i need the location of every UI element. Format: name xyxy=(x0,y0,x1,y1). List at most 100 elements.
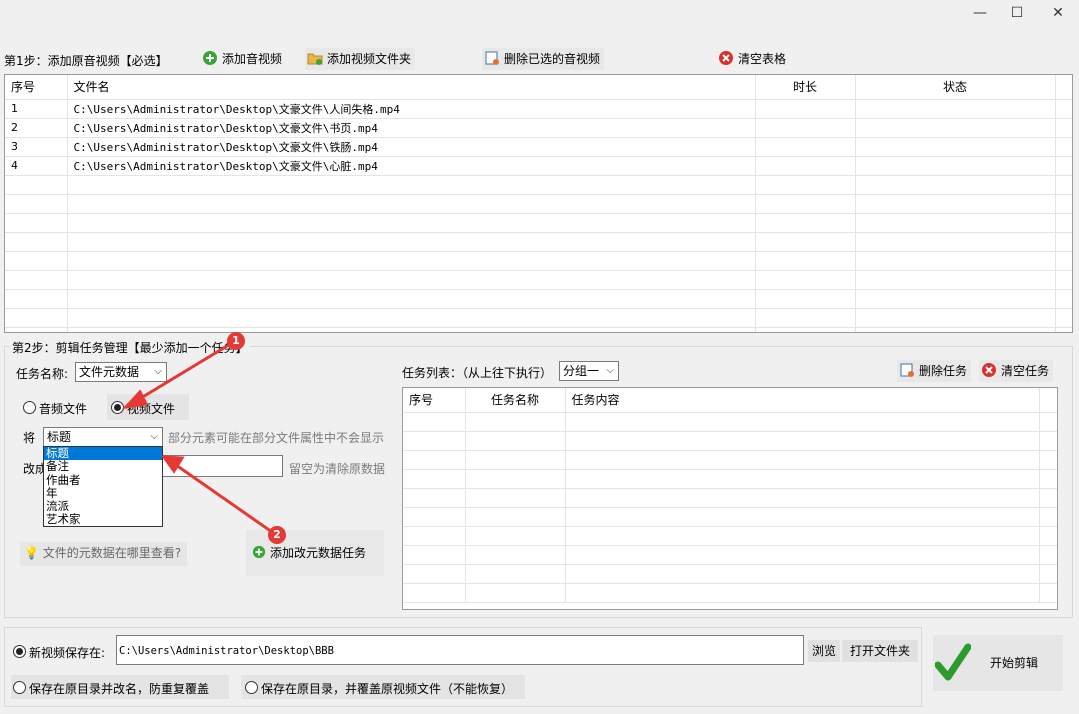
empty-row xyxy=(5,213,1072,233)
radio-rename-label[interactable]: 保存在原目录并改名，防重复覆盖 xyxy=(29,680,209,697)
task-col-name[interactable]: 任务名称 xyxy=(465,388,566,413)
radio-new-path-label[interactable]: 新视频保存在: xyxy=(29,644,105,661)
cell-duration xyxy=(755,156,856,176)
add-task-label: 添加改元数据任务 xyxy=(270,546,367,560)
cell-duration xyxy=(755,99,856,119)
table-row[interactable]: 1 C:\Users\Administrator\Desktop\文豪文件\人间… xyxy=(5,99,1072,119)
delete-task-button[interactable]: 删除任务 xyxy=(897,360,972,382)
col-header-status[interactable]: 状态 xyxy=(855,75,1056,100)
col-header-no[interactable]: 序号 xyxy=(5,75,68,100)
folder-add-icon xyxy=(307,53,323,65)
radio-rename[interactable] xyxy=(13,681,26,694)
delete-file-icon xyxy=(900,363,914,377)
field-hint: 部分元素可能在部分文件属性中不会显示 xyxy=(168,431,385,445)
add-audio-button[interactable]: 添加音视频 xyxy=(200,48,286,70)
dropdown-option[interactable]: 备注 xyxy=(44,460,162,473)
add-video-folder-label: 添加视频文件夹 xyxy=(327,52,412,66)
task-name-select[interactable]: 文件元数据 ⌵ xyxy=(75,362,167,382)
empty-row xyxy=(5,232,1072,252)
delete-selected-label: 删除已选的音视频 xyxy=(504,52,601,66)
change-input[interactable] xyxy=(160,455,283,477)
maximize-button[interactable]: ☐ xyxy=(997,2,1037,24)
dropdown-option[interactable]: 艺术家 xyxy=(44,513,162,526)
clear-table-button[interactable]: 清空表格 xyxy=(716,48,790,70)
delete-file-icon xyxy=(485,51,499,65)
radio-audio-label[interactable]: 音频文件 xyxy=(39,400,87,417)
task-list-label: 任务列表：（从上往下执行） xyxy=(402,366,553,380)
clear-tasks-label: 清空任务 xyxy=(1001,364,1050,378)
cell-duration xyxy=(755,137,856,157)
cell-file: C:\Users\Administrator\Desktop\文豪文件\铁肠.m… xyxy=(67,137,756,157)
open-folder-button[interactable]: 打开文件夹 xyxy=(842,640,919,662)
task-col-filler xyxy=(1039,388,1057,413)
col-header-filename[interactable]: 文件名 xyxy=(67,75,756,100)
plus-circle-icon xyxy=(252,545,266,559)
field-dropdown-list[interactable]: 标题 备注 作曲者 年 流派 艺术家 xyxy=(43,446,163,527)
empty-row xyxy=(403,469,1057,489)
lightbulb-icon: 💡 xyxy=(24,546,39,560)
cell-file: C:\Users\Administrator\Desktop\文豪文件\人间失格… xyxy=(67,99,756,119)
output-path-input[interactable]: C:\Users\Administrator\Desktop\BBB xyxy=(116,635,804,665)
table-row[interactable]: 4 C:\Users\Administrator\Desktop\文豪文件\心脏… xyxy=(5,156,1072,176)
field-label: 将 xyxy=(23,431,36,445)
delete-selected-button[interactable]: 删除已选的音视频 xyxy=(482,48,605,70)
clear-tasks-button[interactable]: 清空任务 xyxy=(979,360,1054,382)
checkmark-icon xyxy=(935,643,971,681)
cell-status xyxy=(855,118,1056,138)
radio-video-label[interactable]: 视频文件 xyxy=(127,400,175,417)
empty-row xyxy=(5,289,1072,309)
close-window-button[interactable]: ✕ xyxy=(1038,2,1078,24)
cell-file: C:\Users\Administrator\Desktop\文豪文件\书页.m… xyxy=(67,118,756,138)
file-table[interactable]: 序号 文件名 时长 状态 1 C:\Users\Administrator\De… xyxy=(4,74,1073,333)
empty-row xyxy=(403,507,1057,527)
task-col-content[interactable]: 任务内容 xyxy=(565,388,1040,413)
chevron-down-icon: ⌵ xyxy=(154,366,162,377)
plus-circle-icon xyxy=(203,51,217,65)
radio-overwrite-label[interactable]: 保存在原目录，并覆盖原视频文件（不能恢复） xyxy=(261,680,513,697)
red-x-icon xyxy=(982,363,996,377)
browse-button[interactable]: 浏览 xyxy=(808,640,841,662)
minimize-button[interactable]: — xyxy=(960,2,1000,24)
dropdown-option[interactable]: 标题 xyxy=(44,446,162,461)
file-table-header: 序号 文件名 时长 状态 xyxy=(5,75,1072,100)
table-row[interactable]: 2 C:\Users\Administrator\Desktop\文豪文件\书页… xyxy=(5,118,1072,138)
dropdown-option[interactable]: 年 xyxy=(44,486,162,500)
step1-label: 第1步：添加原音视频【必选】 xyxy=(4,54,168,68)
help-link[interactable]: 💡 文件的元数据在哪里查看? xyxy=(20,542,188,566)
cell-no: 4 xyxy=(5,156,68,176)
dropdown-option[interactable]: 作曲者 xyxy=(44,473,162,487)
add-task-button[interactable]: 添加改元数据任务 xyxy=(246,530,384,576)
step2-label: 第2步：剪辑任务管理【最少添加一个任务】 xyxy=(10,339,250,356)
empty-row xyxy=(403,450,1057,470)
radio-new-path[interactable] xyxy=(13,645,26,658)
chevron-down-icon: ⌵ xyxy=(150,431,158,442)
col-header-duration[interactable]: 时长 xyxy=(755,75,856,100)
task-col-no[interactable]: 序号 xyxy=(403,388,466,413)
radio-video[interactable] xyxy=(111,401,124,414)
group-select[interactable]: 分组一 ⌵ xyxy=(559,361,619,381)
empty-row xyxy=(5,270,1072,290)
empty-row xyxy=(403,431,1057,451)
empty-row xyxy=(403,583,1057,603)
add-video-folder-button[interactable]: 添加视频文件夹 xyxy=(305,48,416,70)
annotation-badge-2: 2 xyxy=(268,526,286,544)
cell-no: 2 xyxy=(5,118,68,138)
radio-overwrite[interactable] xyxy=(245,681,258,694)
cell-no: 3 xyxy=(5,137,68,157)
cell-status xyxy=(855,99,1056,119)
radio-audio[interactable] xyxy=(23,401,36,414)
dropdown-option[interactable]: 流派 xyxy=(44,500,162,513)
annotation-badge-1: 1 xyxy=(227,332,245,350)
col-header-filler xyxy=(1055,75,1072,100)
field-select[interactable]: 标题 ⌵ xyxy=(43,427,163,447)
start-button[interactable]: 开始剪辑 xyxy=(933,635,1063,691)
cell-file: C:\Users\Administrator\Desktop\文豪文件\心脏.m… xyxy=(67,156,756,176)
chevron-down-icon: ⌵ xyxy=(606,365,614,376)
empty-row xyxy=(403,564,1057,584)
group-value: 分组一 xyxy=(563,364,600,378)
table-row[interactable]: 3 C:\Users\Administrator\Desktop\文豪文件\铁肠… xyxy=(5,137,1072,157)
task-table-header: 序号 任务名称 任务内容 xyxy=(403,388,1057,413)
task-name-value: 文件元数据 xyxy=(79,365,140,379)
empty-row xyxy=(5,251,1072,271)
task-table[interactable]: 序号 任务名称 任务内容 xyxy=(402,387,1058,610)
